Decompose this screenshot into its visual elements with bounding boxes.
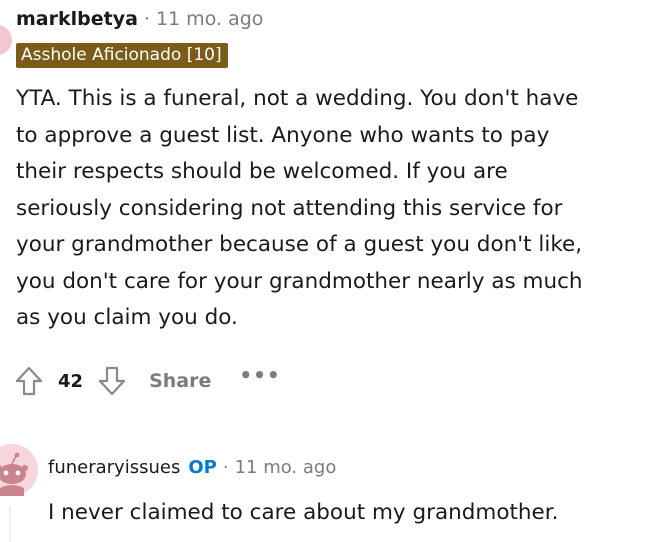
comment-body-line: their respects should be welcomed. If yo… <box>16 159 508 184</box>
comment-username[interactable]: marklbetya <box>16 8 138 30</box>
reply-meta: funeraryissues OP · 11 mo. ago <box>48 454 336 480</box>
share-button[interactable]: Share <box>149 370 211 392</box>
reddit-snoo-avatar-icon[interactable] <box>0 444 38 496</box>
op-badge: OP <box>188 456 217 478</box>
downvote-arrow-icon[interactable] <box>97 365 127 397</box>
comment-thread: marklbetya · 11 mo. ago Asshole Aficiona… <box>0 0 646 542</box>
comment-body-line: YTA. This is a funeral, not a wedding. Y… <box>16 86 579 111</box>
comment: marklbetya · 11 mo. ago Asshole Aficiona… <box>16 6 636 337</box>
comment-body-line: you don't care for your grandmother near… <box>16 268 583 294</box>
comment-body-line: as you claim you do. <box>16 305 238 330</box>
comment-actions: 42 Share ••• <box>14 363 281 399</box>
comment-timestamp[interactable]: 11 mo. ago <box>156 8 263 30</box>
comment-body-line: your grandmother because of a guest you … <box>16 232 583 257</box>
upvote-arrow-icon[interactable] <box>14 365 44 397</box>
reply-timestamp[interactable]: 11 mo. ago <box>235 457 337 478</box>
reply-username[interactable]: funeraryissues <box>48 457 180 478</box>
more-options-button[interactable]: ••• <box>239 363 280 387</box>
meta-separator: · <box>143 8 150 30</box>
comment-meta: marklbetya · 11 mo. ago <box>16 6 636 32</box>
parent-avatar-edge <box>0 25 12 55</box>
comment-body: YTA. This is a funeral, not a wedding. Y… <box>16 81 636 337</box>
meta-separator: · <box>222 456 229 478</box>
reply-body: I never claimed to care about my grandmo… <box>48 500 559 525</box>
user-flair: Asshole Aficionado [10] <box>16 43 228 68</box>
thread-line[interactable] <box>9 506 11 542</box>
vote-count: 42 <box>58 370 84 392</box>
comment-body-line: to approve a guest list. Anyone who want… <box>16 122 550 148</box>
comment-body-line: seriously considering not attending this… <box>16 195 563 221</box>
